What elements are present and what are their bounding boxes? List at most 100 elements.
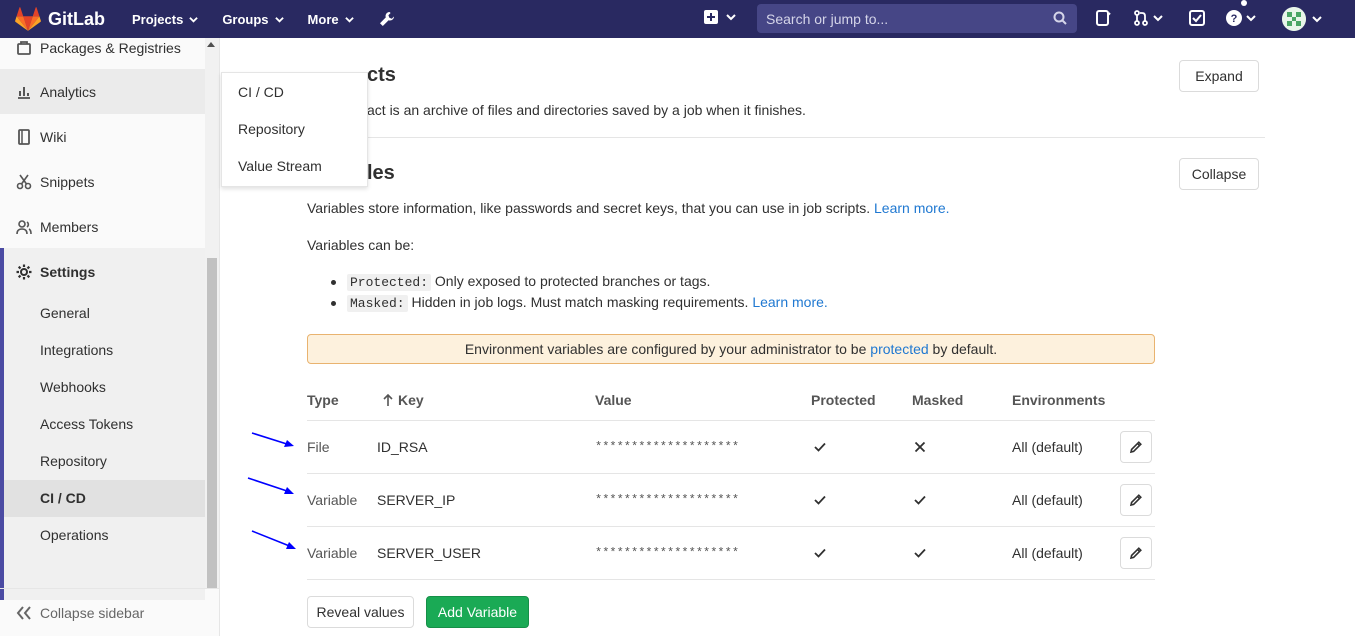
more-menu[interactable]: More <box>308 12 354 27</box>
masking-learn-more-link[interactable]: Learn more. <box>752 294 827 310</box>
variable-type: File <box>307 439 330 455</box>
sidebar-item-packages[interactable]: Packages & Registries <box>0 25 205 70</box>
edit-variable-button[interactable] <box>1120 484 1152 516</box>
table-header-divider <box>307 420 1155 421</box>
variable-value: ******************** <box>595 493 740 507</box>
column-header-protected: Protected <box>811 392 876 408</box>
plus-square-icon <box>704 10 718 24</box>
wrench-icon[interactable] <box>378 10 396 28</box>
sidebar-subitem-repository[interactable]: Repository <box>40 453 107 469</box>
sidebar-subitem-integrations[interactable]: Integrations <box>40 342 113 358</box>
add-variable-button[interactable]: Add Variable <box>426 596 529 628</box>
variable-environment: All (default) <box>1012 439 1083 455</box>
chevron-down-icon <box>1246 15 1256 22</box>
masked-text: Hidden in job logs. Must match masking r… <box>411 294 749 310</box>
check-icon <box>814 442 826 452</box>
new-menu[interactable] <box>704 10 736 24</box>
learn-more-link[interactable]: Learn more. <box>874 200 949 216</box>
sidebar-item-label: Members <box>40 218 99 235</box>
analytics-icon <box>18 86 30 99</box>
variables-can-be: Variables can be: <box>307 237 415 253</box>
groups-label: Groups <box>222 11 269 27</box>
chevron-down-icon <box>726 14 736 21</box>
sidebar-item-snippets[interactable]: Snippets <box>0 159 205 204</box>
help-menu[interactable]: ? <box>1226 10 1256 26</box>
chevron-down-icon <box>344 16 354 23</box>
groups-menu[interactable]: Groups <box>222 11 284 27</box>
issues-icon[interactable] <box>1095 10 1111 26</box>
expand-button[interactable]: Expand <box>1179 60 1259 92</box>
variables-intro-text: Variables store information, like passwo… <box>307 200 871 216</box>
protected-code: Protected: <box>347 274 432 291</box>
todo-icon[interactable] <box>1189 10 1205 26</box>
collapse-sidebar-button[interactable]: Collapse sidebar <box>0 588 220 636</box>
column-header-masked: Masked <box>912 392 964 408</box>
avatar[interactable] <box>1282 7 1306 31</box>
section-divider <box>307 137 1265 138</box>
check-icon <box>914 495 926 505</box>
identicon-icon <box>1282 7 1306 31</box>
analytics-flyout-menu: CI / CD Repository Value Stream <box>221 72 368 187</box>
variable-type: Variable <box>307 545 358 561</box>
sidebar-scroll-thumb[interactable] <box>207 258 217 588</box>
annotation-arrow-icon <box>251 530 296 549</box>
artifacts-title: cts <box>367 64 396 86</box>
sidebar-item-analytics[interactable]: Analytics <box>0 69 205 114</box>
sidebar-subitem-cicd[interactable]: CI / CD <box>40 490 86 506</box>
scroll-up-arrow-icon[interactable] <box>207 42 215 47</box>
check-icon <box>814 548 826 558</box>
check-icon <box>814 495 826 505</box>
bullet <box>331 280 336 285</box>
variables-title: les <box>367 162 395 184</box>
pencil-icon <box>1129 494 1142 507</box>
alert-text-after: by default. <box>932 341 998 357</box>
collapse-button[interactable]: Collapse <box>1179 158 1259 190</box>
merge-requests-menu[interactable] <box>1133 10 1163 26</box>
active-item-highlight <box>4 480 205 517</box>
column-header-environments: Environments <box>1012 392 1106 408</box>
reveal-values-button[interactable]: Reveal values <box>307 596 414 628</box>
merge-request-icon <box>1134 10 1148 26</box>
more-label: More <box>307 11 339 27</box>
alert-text-before: Environment variables are configured by … <box>464 341 867 357</box>
sidebar-item-label: Settings <box>40 263 96 280</box>
search-icon <box>1053 11 1067 25</box>
users-icon <box>16 219 32 234</box>
column-header-key[interactable]: Key <box>383 392 424 408</box>
bullet <box>331 301 336 306</box>
flyout-item-cicd[interactable]: CI / CD <box>238 84 284 100</box>
question-icon: ? <box>1226 10 1242 26</box>
search-box[interactable] <box>757 4 1077 33</box>
protected-link[interactable]: protected <box>870 341 928 357</box>
flyout-item-value-stream[interactable]: Value Stream <box>238 158 322 174</box>
chevron-down-icon <box>274 16 284 23</box>
gear-icon <box>16 264 32 279</box>
sidebar-item-wiki[interactable]: Wiki <box>0 114 205 159</box>
sidebar-item-settings[interactable]: Settings <box>0 249 205 294</box>
variable-value: ******************** <box>595 440 740 454</box>
variable-key: SERVER_IP <box>377 492 456 508</box>
annotation-arrow-icon <box>247 477 294 494</box>
masked-bullet: Masked: Hidden in job logs. Must match m… <box>347 294 828 312</box>
edit-variable-button[interactable] <box>1120 431 1152 463</box>
sidebar-subitem-access-tokens[interactable]: Access Tokens <box>40 416 133 432</box>
chevron-down-icon[interactable] <box>1312 14 1322 24</box>
collapse-sidebar-label: Collapse sidebar <box>40 604 145 621</box>
variable-value: ******************** <box>595 546 740 560</box>
edit-variable-button[interactable] <box>1120 537 1152 569</box>
sidebar-subitem-webhooks[interactable]: Webhooks <box>40 379 106 395</box>
sidebar-item-members[interactable]: Members <box>0 204 205 249</box>
sidebar-subitem-general[interactable]: General <box>40 305 90 321</box>
flyout-item-repository[interactable]: Repository <box>238 121 305 137</box>
annotation-arrow-icon <box>251 432 294 447</box>
sidebar-subitem-operations[interactable]: Operations <box>40 527 108 543</box>
environment-alert: Environment variables are configured by … <box>307 334 1155 364</box>
variable-key: SERVER_USER <box>377 545 482 561</box>
masked-code: Masked: <box>347 295 408 312</box>
svg-text:?: ? <box>1231 13 1238 25</box>
artifacts-description: act is an archive of files and directori… <box>367 102 806 118</box>
pencil-icon <box>1129 547 1142 560</box>
column-header-key-label: Key <box>398 392 424 408</box>
pencil-icon <box>1129 441 1142 454</box>
search-input[interactable] <box>766 10 1046 27</box>
